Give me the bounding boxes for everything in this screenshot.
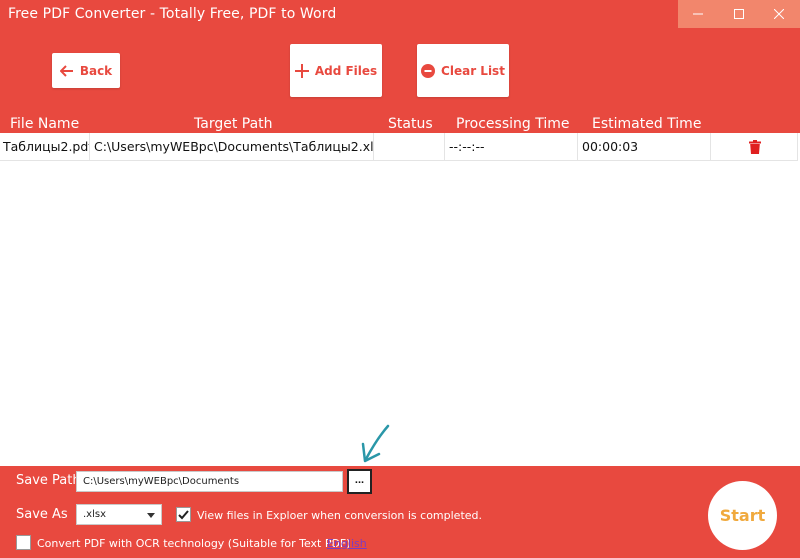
table-row[interactable]: Таблицы2.pdf C:\Users\myWEBpc\Documents\… [0, 133, 798, 161]
column-header-status[interactable]: Status [388, 116, 433, 132]
column-header-processing-time[interactable]: Processing Time [456, 116, 569, 132]
cell-status [374, 133, 445, 161]
cell-target-path: C:\Users\myWEBpc\Documents\Таблицы2.xlsx [90, 133, 374, 161]
minimize-button[interactable] [678, 0, 719, 28]
add-files-button[interactable]: Add Files [290, 44, 382, 97]
browse-button[interactable]: ... [347, 469, 372, 494]
check-icon [178, 510, 189, 520]
window-title: Free PDF Converter - Totally Free, PDF t… [8, 6, 337, 22]
save-path-input[interactable]: C:\Users\myWEBpc\Documents [76, 471, 343, 492]
save-as-label: Save As [16, 507, 68, 522]
clear-list-button[interactable]: Clear List [417, 44, 509, 97]
back-label: Back [79, 63, 113, 78]
clear-list-label: Clear List [441, 63, 505, 78]
table-header: File Name Target Path Status Processing … [0, 116, 800, 133]
plus-icon [294, 63, 309, 78]
annotation-arrow-icon [361, 424, 390, 463]
ocr-label: Convert PDF with OCR technology (Suitabl… [37, 537, 351, 550]
maximize-button[interactable] [719, 0, 760, 28]
close-button[interactable] [759, 0, 800, 28]
arrow-left-icon [59, 64, 74, 77]
toolbar: Back Add Files Clear List [0, 28, 800, 116]
delete-row-button[interactable] [711, 133, 798, 161]
view-files-label: View files in Exploer when conversion is… [197, 509, 483, 522]
view-files-checkbox[interactable] [176, 507, 191, 522]
cell-estimated-time: 00:00:03 [578, 133, 711, 161]
save-as-select[interactable]: .xlsx [76, 504, 162, 525]
bottom-panel: Save Path C:\Users\myWEBpc\Documents ...… [0, 466, 800, 558]
back-button[interactable]: Back [52, 53, 120, 88]
column-header-target-path[interactable]: Target Path [194, 116, 273, 132]
maximize-icon [733, 9, 744, 19]
ocr-checkbox[interactable] [16, 535, 31, 550]
save-as-value: .xlsx [83, 509, 107, 520]
cell-file-name: Таблицы2.pdf [0, 133, 90, 161]
minimize-icon [693, 13, 704, 15]
title-bar: Free PDF Converter - Totally Free, PDF t… [0, 0, 800, 28]
chevron-down-icon [147, 513, 155, 518]
window-controls [678, 0, 800, 28]
close-icon [774, 9, 785, 19]
minus-circle-icon [421, 63, 436, 78]
start-button[interactable]: Start [708, 481, 777, 550]
column-header-file-name[interactable]: File Name [10, 116, 79, 132]
cell-processing-time: --:--:-- [445, 133, 578, 161]
language-link[interactable]: English [327, 537, 367, 550]
trash-icon [748, 140, 761, 154]
column-header-estimated-time[interactable]: Estimated Time [592, 116, 701, 132]
add-files-label: Add Files [314, 63, 378, 78]
file-list: Таблицы2.pdf C:\Users\myWEBpc\Documents\… [0, 133, 800, 466]
save-path-label: Save Path [16, 473, 81, 488]
